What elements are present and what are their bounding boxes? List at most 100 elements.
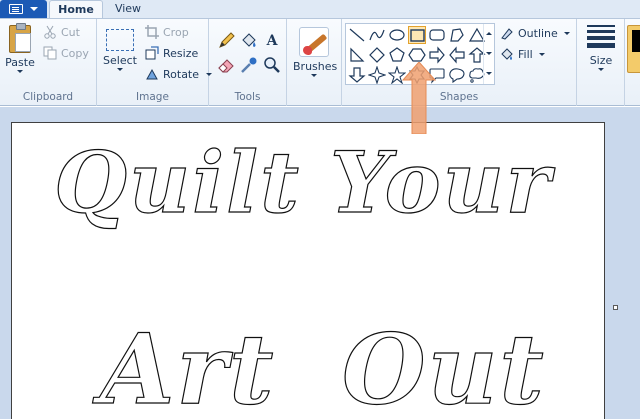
shape-line[interactable] [348,26,366,44]
ribbon-tab-bar: Home View [0,0,640,18]
canvas-resize-handle[interactable] [613,305,618,310]
rectangle-icon [410,29,425,42]
canvas-workspace: Quilt Your Art Out [0,107,640,419]
brushes-button[interactable]: Brushes [293,21,338,77]
chevron-down-icon [117,68,123,71]
cut-label: Cut [61,26,80,39]
clipboard-icon [9,23,31,53]
curve-icon [369,29,385,41]
shape-oval[interactable] [388,26,406,44]
tab-home[interactable]: Home [49,0,103,18]
eraser-icon [218,59,234,73]
chevron-down-icon [311,74,317,77]
chevron-down-icon [564,32,571,35]
ribbon: Paste Cut Copy Clipboard Select Crop Res… [0,18,640,106]
size-button[interactable]: Size [582,25,620,71]
copy-button[interactable]: Copy [43,45,89,63]
paste-label: Paste [5,56,35,69]
color-picker-tool[interactable] [239,55,259,75]
gallery-expand[interactable] [483,64,494,84]
right-triangle-icon [350,47,365,62]
magnifier-tool[interactable] [262,55,282,75]
shape-rectangle[interactable] [408,26,426,44]
outline-button[interactable]: Outline [500,25,571,43]
eraser-tool[interactable] [216,55,236,75]
shape-diamond[interactable] [368,46,386,64]
size-icon [582,25,620,48]
shape-right-triangle[interactable] [348,46,366,64]
copy-label: Copy [61,47,89,60]
color1-swatch [632,30,640,52]
image-group: Select Crop Resize Rotate Image [97,19,212,106]
canvas-word-out: Out [341,312,546,419]
select-button[interactable]: Select [101,21,139,71]
fill-tool[interactable] [239,31,259,51]
rounded-rectangle-icon [429,29,445,41]
chevron-up-icon [486,32,492,35]
fill-icon [242,33,256,47]
select-icon [106,29,134,51]
chevron-down-icon [598,68,604,71]
left-arrow-icon [449,46,465,64]
shape-four-point-star[interactable] [367,65,387,85]
pencil-icon [219,32,235,48]
expand-icon [486,72,492,75]
line-icon [349,28,365,42]
chevron-down-icon [30,7,38,11]
clipboard-group-label: Clipboard [22,91,74,103]
resize-label: Resize [163,47,199,60]
rotate-icon [145,67,159,81]
resize-icon [145,46,159,60]
rotate-button[interactable]: Rotate [145,66,212,84]
tab-view[interactable]: View [108,0,148,18]
crop-button[interactable]: Crop [145,24,189,42]
shape-curve[interactable] [368,26,386,44]
brush-icon [299,27,329,57]
size-label: Size [589,54,613,67]
color1-button[interactable] [627,25,640,73]
fill-button[interactable]: Fill [500,46,546,64]
drawing-canvas[interactable]: Quilt Your Art Out [11,122,605,419]
fill-label: Fill [518,48,533,61]
shape-polygon[interactable] [448,26,466,44]
diamond-icon [369,47,385,63]
tools-group: A Tools [209,19,287,106]
pencil-tool[interactable] [216,31,236,51]
color-picker-icon [241,57,257,73]
select-label: Select [103,54,137,67]
copy-icon [43,46,57,60]
text-tool[interactable]: A [262,31,282,51]
gallery-scroll-down[interactable] [483,44,494,64]
text-icon: A [266,33,278,49]
shape-down-arrow[interactable] [348,66,366,84]
canvas-word-art: Art [99,312,276,419]
brushes-label: Brushes [293,60,338,73]
shape-rounded-rectangle[interactable] [428,26,446,44]
magnifier-icon [264,57,280,73]
outline-label: Outline [518,27,558,40]
canvas-word-your: Your [329,132,553,232]
shape-left-arrow[interactable] [448,46,466,64]
brushes-group: Brushes [287,19,342,106]
chevron-down-icon [17,70,23,73]
file-menu-button[interactable] [0,0,47,18]
gallery-scroll-up[interactable] [483,24,494,44]
outline-icon [500,26,514,40]
fill-bucket-icon [500,47,514,61]
resize-button[interactable]: Resize [145,45,198,63]
arrow-annotation [401,61,437,135]
polygon-icon [450,28,464,42]
paste-button[interactable]: Paste [4,21,36,73]
document-icon [9,4,23,14]
shape-oval-callout[interactable] [448,66,466,84]
cut-button[interactable]: Cut [43,24,80,42]
image-group-label: Image [136,91,169,103]
crop-icon [145,25,159,39]
shapes-group: Outline Fill Shapes [342,19,577,106]
crop-label: Crop [163,26,189,39]
rotate-label: Rotate [163,68,200,81]
chevron-down-icon [539,53,546,56]
tools-group-label: Tools [234,91,261,103]
clipboard-group: Paste Cut Copy Clipboard [0,19,97,106]
shapes-group-label: Shapes [439,91,479,103]
